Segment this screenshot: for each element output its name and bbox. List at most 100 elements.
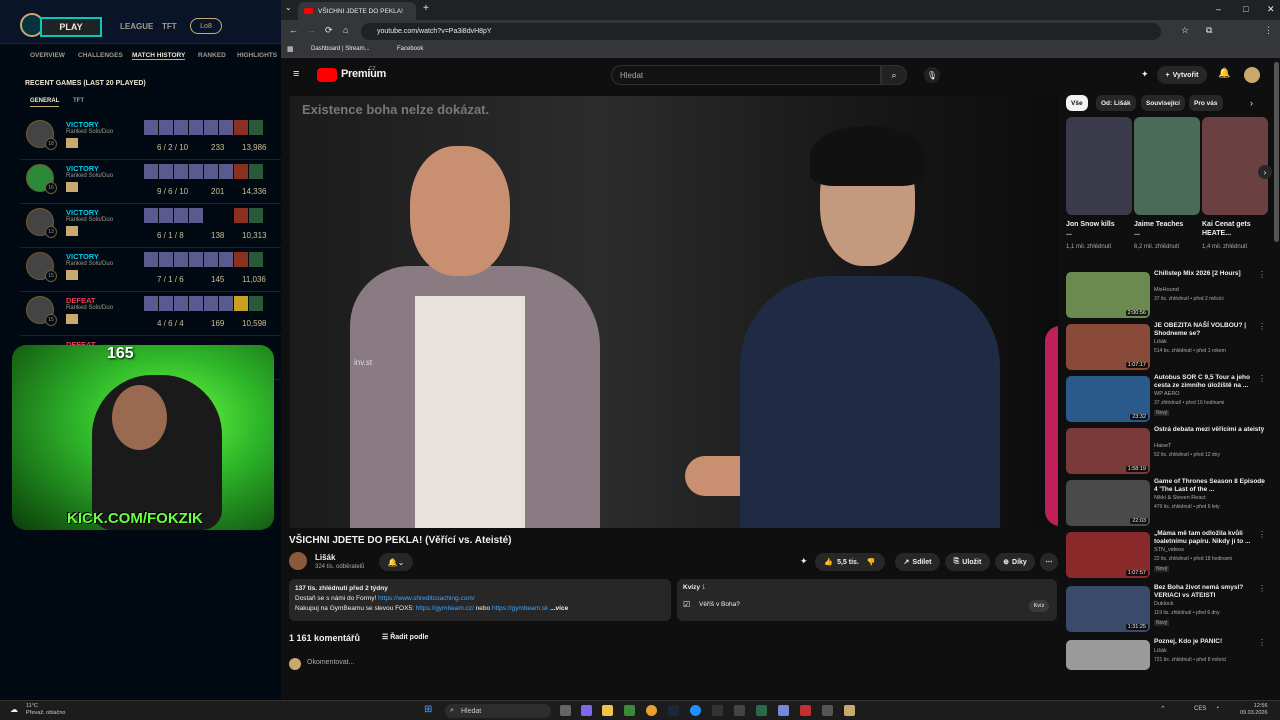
recommended-video[interactable]: 1:07:17 JE OBEZITA NAŠÍ VOLBOU? | Shodne… xyxy=(1066,322,1274,372)
apps-icon[interactable]: ▦ xyxy=(287,45,294,53)
play-button[interactable]: PLAY xyxy=(40,17,102,37)
shorts-next-icon[interactable]: › xyxy=(1258,165,1272,179)
rec-title[interactable]: Chillstep Mix 2026 [2 Hours] xyxy=(1154,270,1266,278)
rec-thumbnail[interactable]: 1:07:17 xyxy=(1066,324,1150,370)
kebab-menu-icon[interactable]: ⋮ xyxy=(1258,584,1266,593)
channel-name[interactable]: Lišák xyxy=(315,553,335,562)
taskbar-search[interactable]: ⌕ Hledat xyxy=(445,704,551,718)
weather-widget[interactable]: 11°C Převaž. oblačno xyxy=(26,703,65,717)
weather-icon[interactable]: ☁ xyxy=(10,705,18,714)
tray-chevron-icon[interactable]: ⌃ xyxy=(1160,705,1166,713)
more-actions-icon[interactable]: ⋯ xyxy=(1040,553,1058,571)
windows-start-icon[interactable]: ⊞ xyxy=(424,704,432,715)
short-thumbnail[interactable] xyxy=(1202,117,1268,215)
subnav-match-history[interactable]: MATCH HISTORY xyxy=(132,52,186,60)
kebab-menu-icon[interactable]: ⋮ xyxy=(1258,374,1266,383)
rec-thumbnail[interactable] xyxy=(1066,640,1150,670)
rec-title[interactable]: „Máma mě tam odložila kvůli toaletnímu p… xyxy=(1154,530,1266,546)
rec-channel[interactable]: MixHound xyxy=(1154,287,1179,293)
cast-icon[interactable]: ✦ xyxy=(1141,69,1149,80)
subnav-challenges[interactable]: CHALLENGES xyxy=(78,52,123,59)
teams-icon[interactable] xyxy=(581,705,592,716)
new-tab-icon[interactable]: + xyxy=(423,3,429,14)
match-row[interactable]: 18 VICTORY Ranked Solo/Duo 6 / 2 / 10 23… xyxy=(20,116,281,160)
file-explorer-icon[interactable] xyxy=(602,705,613,716)
rec-channel[interactable]: Lišák xyxy=(1154,648,1167,654)
rec-title[interactable]: Ostrá debata mezi věřícími a ateisty xyxy=(1154,426,1266,434)
share-button[interactable]: ↗ Sdílet xyxy=(895,553,940,571)
match-row[interactable]: 15 DEFEAT Ranked Solo/Duo 4 / 6 / 4 169 … xyxy=(20,292,281,336)
rec-channel[interactable]: Nikki & Steven React xyxy=(1154,495,1206,501)
rec-title[interactable]: JE OBEZITA NAŠÍ VOLBOU? | Shodneme se? xyxy=(1154,322,1266,338)
rec-title[interactable]: Poznej, Kdo je PANIC! xyxy=(1154,638,1266,646)
match-row[interactable]: 13 VICTORY Ranked Solo/Duo 6 / 1 / 8 138… xyxy=(20,204,281,248)
match-row[interactable]: 15 VICTORY Ranked Solo/Duo 7 / 1 / 6 145… xyxy=(20,248,281,292)
rank-badge[interactable]: Lo8 xyxy=(190,18,222,34)
recommended-video[interactable]: Poznej, Kdo je PANIC! Lišák 721 tis. zhl… xyxy=(1066,638,1274,670)
youtube-premium-label[interactable]: Premium xyxy=(341,68,386,80)
premium-sparkle-icon[interactable]: ✦ xyxy=(800,556,808,567)
rec-channel[interactable]: STN_videos xyxy=(1154,547,1184,553)
chevron-right-icon[interactable]: › xyxy=(1250,98,1253,108)
subnav-ranked[interactable]: RANKED xyxy=(198,52,226,59)
video-player[interactable]: Existence boha nelze dokázat. inv.st xyxy=(290,96,1058,528)
chip-from-channel[interactable]: Od: Lišák xyxy=(1096,95,1136,111)
forward-icon[interactable]: → xyxy=(307,25,316,35)
chip-all[interactable]: Vše xyxy=(1066,95,1088,111)
recommended-video[interactable]: 1:07:57 „Máma mě tam odložila kvůli toal… xyxy=(1066,530,1274,580)
desc-link-2[interactable]: https://gymbeam.cz/ xyxy=(416,605,474,612)
rec-thumbnail[interactable]: 2:00:56 xyxy=(1066,272,1150,318)
subnav-highlights[interactable]: HIGHLIGHTS xyxy=(237,52,277,59)
chip-related[interactable]: Související xyxy=(1141,95,1185,111)
search-input[interactable]: Hledat xyxy=(611,65,881,85)
kebab-menu-icon[interactable]: ⋮ xyxy=(1258,638,1266,647)
short-thumbnail[interactable] xyxy=(1066,117,1132,215)
bookmark-facebook[interactable]: Facebook xyxy=(397,46,423,52)
save-button[interactable]: ⎘ Uložit xyxy=(945,553,990,571)
kebab-menu-icon[interactable]: ⋮ xyxy=(1258,322,1266,331)
reload-icon[interactable]: ⟳ xyxy=(325,25,333,36)
minimize-icon[interactable]: – xyxy=(1216,4,1221,14)
extensions-icon[interactable]: ⧉ xyxy=(1206,25,1212,36)
create-button[interactable]: + Vytvořit xyxy=(1157,66,1207,84)
steam-icon[interactable] xyxy=(668,705,679,716)
desc-link-1[interactable]: https://www.shreditcoaching.com/ xyxy=(378,595,474,602)
kebab-menu-icon[interactable]: ⋮ xyxy=(1258,426,1266,435)
rec-thumbnail[interactable]: 22:03 xyxy=(1066,480,1150,526)
url-input[interactable]: youtube.com/watch?v=Pa3i8dvH8pY xyxy=(361,23,1161,40)
short-title[interactable]: Jaime Teaches ... xyxy=(1134,220,1184,238)
short-thumbnail[interactable] xyxy=(1134,117,1200,215)
kebab-menu-icon[interactable]: ⋮ xyxy=(1258,270,1266,279)
like-button[interactable]: 👍 5,5 tis. 👎 xyxy=(815,553,885,571)
dislike-icon[interactable]: 👎 xyxy=(867,558,876,566)
notifications-icon[interactable]: 🔔 xyxy=(1218,68,1230,79)
star-icon[interactable]: ☆ xyxy=(1181,25,1189,36)
chip-for-you[interactable]: Pro vás xyxy=(1189,95,1223,111)
search-icon[interactable]: ⌕ xyxy=(881,65,907,85)
microphone-icon[interactable]: 🎙 xyxy=(924,67,940,83)
maximize-icon[interactable]: □ xyxy=(1243,4,1248,14)
rec-channel[interactable]: Lišák xyxy=(1154,339,1167,345)
sort-button[interactable]: ☰ Řadit podle xyxy=(382,633,428,641)
channel-avatar[interactable] xyxy=(289,552,307,570)
rec-channel[interactable]: WP AERO xyxy=(1154,391,1180,397)
recommended-video[interactable]: 1:31:25 Bez Boha život nemá smysl? VERIA… xyxy=(1066,584,1274,634)
system-clock[interactable]: 12:56 09.03.2026 xyxy=(1240,703,1268,717)
league-client-icon[interactable] xyxy=(844,705,855,716)
rec-thumbnail[interactable]: 23:32 xyxy=(1066,376,1150,422)
obs-icon[interactable] xyxy=(800,705,811,716)
recommended-video[interactable]: 22:03 Game of Thrones Season 8 Episode 4… xyxy=(1066,478,1274,528)
bookmark-dashboard[interactable]: Dashboard | Stream... xyxy=(311,46,370,52)
xbox-icon[interactable] xyxy=(756,705,767,716)
menu-icon[interactable]: ⋮ xyxy=(1264,25,1273,36)
desc-link-3[interactable]: https://gymbeam.sk xyxy=(492,605,548,612)
home-icon[interactable]: ⌂ xyxy=(343,25,348,35)
rec-thumbnail[interactable]: 1:58:19 xyxy=(1066,428,1150,474)
kebab-menu-icon[interactable]: ⋮ xyxy=(1258,478,1266,487)
language-indicator[interactable]: CES xyxy=(1194,706,1206,712)
rec-title[interactable]: Game of Thrones Season 8 Episode 4 'The … xyxy=(1154,478,1266,494)
kebab-menu-icon[interactable]: ⋮ xyxy=(1258,530,1266,539)
settings-icon[interactable] xyxy=(822,705,833,716)
account-avatar[interactable] xyxy=(1244,67,1260,83)
tab-search-icon[interactable]: ⌄ xyxy=(285,3,292,12)
